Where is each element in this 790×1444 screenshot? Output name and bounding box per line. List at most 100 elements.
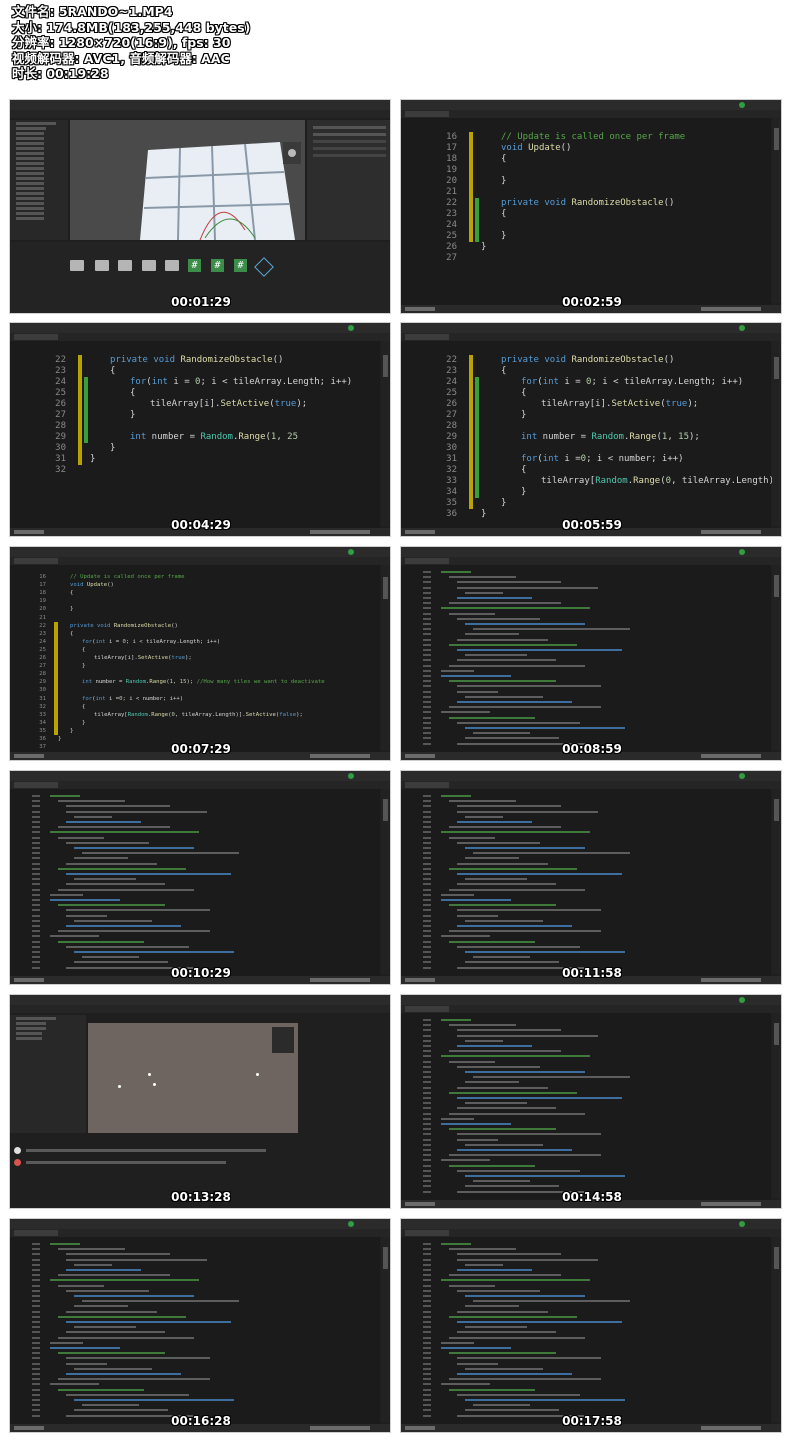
line-number: 20 [446,176,457,186]
timestamp: 00:04:29 [171,518,231,532]
line-number-placeholder [423,732,431,735]
code-line-placeholder [50,1279,199,1282]
folder-icon[interactable] [70,260,84,271]
code-line: for(int i = 0; i < tileArray.Length; i++… [82,638,221,645]
code-line-placeholder [457,810,598,813]
video-duration: 时长: 00:19:28 [12,66,109,81]
line-number-placeholder [423,805,431,808]
line-number-placeholder [423,867,431,870]
thumbnail-10[interactable]: 00:14:58 [400,994,782,1209]
line-number-placeholder [32,966,40,969]
scrollbar[interactable] [381,341,390,526]
folder-icon[interactable] [165,260,179,271]
change-marker [78,355,82,465]
line-number-placeholder [32,904,40,907]
line-number: 35 [39,727,46,734]
script-icon[interactable]: # [188,259,201,272]
scrollbar[interactable] [772,1237,781,1422]
thumbnail-8[interactable]: 00:11:58 [400,770,782,985]
scrollbar[interactable] [772,118,781,303]
thumbnail-4[interactable]: 22 private void RandomizeObstacle() 23 {24 f… [400,322,782,537]
code-line-placeholder [449,1274,561,1277]
code-line-placeholder [465,654,527,657]
scene-view[interactable] [70,120,305,241]
line-number: 31 [446,454,457,464]
code-line-placeholder [58,930,210,933]
line-number: 24 [446,377,457,387]
code-line-placeholder [449,1154,601,1157]
folder-icon[interactable] [118,260,132,271]
code-line: tileArray[i].SetActive(true); [541,399,699,409]
code-line-placeholder [66,862,157,865]
code-line-placeholder [66,1258,207,1261]
code-line-placeholder [58,888,194,891]
folder-icon[interactable] [95,260,109,271]
scrollbar[interactable] [772,341,781,526]
code-editor[interactable] [10,1237,380,1424]
code-editor[interactable] [401,565,771,752]
scrollbar[interactable] [772,789,781,974]
line-number: 17 [39,582,46,589]
line-number-placeholder [423,1404,431,1407]
hierarchy-panel [10,1015,86,1133]
code-line-placeholder [449,576,516,579]
scrollbar[interactable] [381,565,390,750]
code-line: } [58,736,62,742]
thumbnail-1[interactable]: # # # 00:01:29 [9,99,391,314]
prefab-icon[interactable] [254,257,274,277]
code-editor[interactable]: 16 // Update is called once per frame 17 vo… [401,118,771,305]
code-line-placeholder [441,1243,471,1245]
thumbnail-12[interactable]: 00:17:58 [400,1218,782,1433]
code-line-placeholder [457,1034,598,1037]
code-line: } [481,509,487,519]
code-line-placeholder [58,1336,194,1339]
code-editor[interactable] [401,789,771,976]
scrollbar[interactable] [772,1013,781,1198]
timestamp: 00:01:29 [171,295,231,309]
timestamp: 00:02:59 [562,295,622,309]
thumbnail-11[interactable]: 00:16:28 [9,1218,391,1433]
code-line-placeholder [457,586,598,589]
code-editor[interactable]: 22 private void RandomizeObstacle() 23 {24 f… [10,341,380,528]
line-number: 29 [446,432,457,442]
code-line-placeholder [457,649,622,651]
code-line-placeholder [50,1243,80,1245]
line-number-placeholder [423,935,431,938]
code-editor[interactable]: 16 // Update is called once per frame 17 vo… [10,565,380,752]
line-number-placeholder [423,1331,431,1334]
code-editor[interactable] [401,1013,771,1200]
script-icon[interactable]: # [234,259,247,272]
code-editor[interactable] [10,789,380,976]
game-view[interactable] [88,1023,298,1133]
scrollbar[interactable] [772,565,781,750]
code-line-placeholder [441,935,490,938]
tab-bar [401,1005,781,1013]
scrollbar[interactable] [381,789,390,974]
scrollbar[interactable] [381,1237,390,1422]
line-number-placeholder [32,1404,40,1407]
code-line-placeholder [465,695,543,698]
code-line-placeholder [66,1373,181,1375]
code-line-placeholder [441,1383,490,1386]
code-line-placeholder [457,1321,622,1323]
code-line-placeholder [449,664,585,667]
thumbnail-3[interactable]: 22 private void RandomizeObstacle() 23 {24 f… [9,322,391,537]
code-editor[interactable]: 22 private void RandomizeObstacle() 23 {24 f… [401,341,779,528]
thumbnail-5[interactable]: 16 // Update is called once per frame 17 vo… [9,546,391,761]
line-number-placeholder [423,1315,431,1318]
code-line-placeholder [441,1341,474,1344]
line-number-placeholder [423,711,431,714]
code-editor[interactable] [401,1237,771,1424]
code-line-placeholder [457,821,532,823]
line-number-placeholder [423,623,431,625]
thumbnail-7[interactable]: 00:10:29 [9,770,391,985]
tab-bar [401,1229,781,1237]
thumbnail-6[interactable]: 00:08:59 [400,546,782,761]
line-number-placeholder [423,1279,431,1282]
thumbnail-2[interactable]: 16 // Update is called once per frame 17 vo… [400,99,782,314]
thumbnail-9[interactable]: 00:13:28 [9,994,391,1209]
line-number-placeholder [423,1393,431,1396]
script-icon[interactable]: # [211,259,224,272]
line-number-placeholder [423,815,431,818]
folder-icon[interactable] [142,260,156,271]
